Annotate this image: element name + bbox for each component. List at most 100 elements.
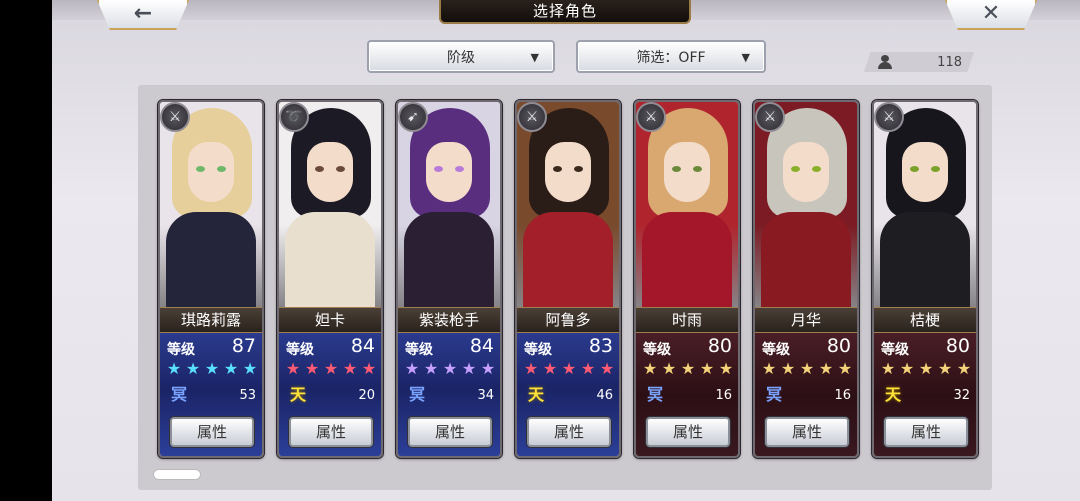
character-name: 紫装枪手 — [398, 307, 500, 333]
horizontal-scrollbar[interactable] — [153, 469, 201, 480]
alignment-value: 16 — [715, 388, 732, 403]
chevron-down-icon: ▼ — [530, 51, 539, 64]
character-info: 等级 80 ★ ★ ★ ★ ★ 天 32 属性 — [874, 333, 976, 456]
character-portrait[interactable] — [874, 102, 976, 312]
star-rating: ★ ★ ★ ★ ★ — [284, 361, 380, 377]
attributes-button[interactable]: 属性 — [527, 417, 611, 447]
portrait-eye — [574, 166, 583, 172]
portrait-eye — [434, 166, 443, 172]
star-icon: ★ — [185, 359, 201, 378]
sword-icon: ⚔ — [160, 102, 190, 132]
character-card[interactable]: ⚔ 桔梗 等级 80 ★ ★ ★ ★ ★ 天 32 属性 — [872, 100, 978, 458]
portrait-face — [902, 142, 948, 202]
star-rating: ★ ★ ★ ★ ★ — [165, 361, 261, 377]
portrait-eye — [931, 166, 940, 172]
character-name: 阿鲁多 — [517, 307, 619, 333]
person-icon — [878, 55, 892, 69]
character-info: 等级 80 ★ ★ ★ ★ ★ 冥 16 属性 — [755, 333, 857, 456]
portrait-outfit — [404, 212, 494, 312]
attributes-button[interactable]: 属性 — [289, 417, 373, 447]
star-icon: ★ — [956, 359, 972, 378]
character-info: 等级 87 ★ ★ ★ ★ ★ 冥 53 属性 — [160, 333, 262, 456]
weapon-type-glyph: ⚔ — [525, 109, 539, 125]
rank-sort-label: 阶级 — [447, 49, 475, 66]
roster-count: 118 — [864, 52, 974, 72]
portrait-outfit — [880, 212, 970, 312]
star-icon: ★ — [342, 359, 358, 378]
alignment-value: 16 — [834, 388, 851, 403]
star-rating: ★ ★ ★ ★ ★ — [879, 361, 975, 377]
alignment-badge: 冥 — [408, 385, 425, 404]
alignment-badge: 冥 — [646, 385, 663, 404]
roster-count-value: 118 — [937, 54, 962, 70]
alignment-badge: 冥 — [170, 385, 187, 404]
star-rating: ★ ★ ★ ★ ★ — [522, 361, 618, 377]
star-icon: ★ — [642, 359, 658, 378]
rank-sort-dropdown[interactable]: 阶级 ▼ — [367, 40, 555, 73]
character-card[interactable]: ⚔ 琪路莉露 等级 87 ★ ★ ★ ★ ★ 冥 53 属性 — [158, 100, 264, 458]
character-portrait[interactable] — [636, 102, 738, 312]
attributes-button[interactable]: 属性 — [408, 417, 492, 447]
close-icon: ✕ — [981, 1, 1001, 26]
back-arrow-icon: ← — [133, 1, 153, 26]
attributes-button[interactable]: 属性 — [884, 417, 968, 447]
level-value: 83 — [588, 335, 613, 357]
level-value: 80 — [707, 335, 732, 357]
star-icon: ★ — [718, 359, 734, 378]
alignment-value: 53 — [239, 388, 256, 403]
alignment-value: 20 — [358, 388, 375, 403]
star-icon: ★ — [937, 359, 953, 378]
portrait-outfit — [642, 212, 732, 312]
portrait-outfit — [285, 212, 375, 312]
character-card[interactable]: ➰ 妲卡 等级 84 ★ ★ ★ ★ ★ 天 20 属性 — [277, 100, 383, 458]
character-portrait[interactable] — [517, 102, 619, 312]
character-card[interactable]: ⚔ 时雨 等级 80 ★ ★ ★ ★ ★ 冥 16 属性 — [634, 100, 740, 458]
level-value: 80 — [826, 335, 851, 357]
filter-label: 筛选：OFF — [636, 49, 706, 66]
weapon-type-glyph: ⚔ — [882, 109, 896, 125]
attributes-button[interactable]: 属性 — [170, 417, 254, 447]
attributes-button[interactable]: 属性 — [765, 417, 849, 447]
character-card[interactable]: ⚔ 阿鲁多 等级 83 ★ ★ ★ ★ ★ 天 46 属性 — [515, 100, 621, 458]
star-icon: ★ — [680, 359, 696, 378]
star-icon: ★ — [580, 359, 596, 378]
character-info: 等级 80 ★ ★ ★ ★ ★ 冥 16 属性 — [636, 333, 738, 456]
star-icon: ★ — [442, 359, 458, 378]
character-portrait[interactable] — [755, 102, 857, 312]
level-label: 等级 — [643, 342, 671, 358]
star-icon: ★ — [223, 359, 239, 378]
star-icon: ★ — [323, 359, 339, 378]
character-portrait[interactable] — [279, 102, 381, 312]
star-icon: ★ — [523, 359, 539, 378]
character-card[interactable]: ⚔ 月华 等级 80 ★ ★ ★ ★ ★ 冥 16 属性 — [753, 100, 859, 458]
close-button[interactable]: ✕ — [945, 0, 1037, 30]
whip-icon: ➰ — [279, 102, 309, 132]
star-icon: ★ — [799, 359, 815, 378]
filter-dropdown[interactable]: 筛选：OFF ▼ — [576, 40, 766, 73]
star-icon: ★ — [285, 359, 301, 378]
level-label: 等级 — [881, 342, 909, 358]
level-value: 84 — [350, 335, 375, 357]
alignment-badge: 冥 — [765, 385, 782, 404]
character-name: 妲卡 — [279, 307, 381, 333]
portrait-eye — [812, 166, 821, 172]
weapon-type-glyph: ➹ — [407, 109, 419, 125]
star-icon: ★ — [242, 359, 258, 378]
page-title: 选择角色 — [439, 0, 691, 24]
star-icon: ★ — [542, 359, 558, 378]
character-portrait[interactable] — [398, 102, 500, 312]
back-button[interactable]: ← — [97, 0, 189, 30]
star-icon: ★ — [699, 359, 715, 378]
star-icon: ★ — [404, 359, 420, 378]
character-card[interactable]: ➹ 紫装枪手 等级 84 ★ ★ ★ ★ ★ 冥 34 属性 — [396, 100, 502, 458]
level-value: 80 — [945, 335, 970, 357]
star-rating: ★ ★ ★ ★ ★ — [641, 361, 737, 377]
star-rating: ★ ★ ★ ★ ★ — [760, 361, 856, 377]
blade-icon: ⚔ — [755, 102, 785, 132]
character-name: 琪路莉露 — [160, 307, 262, 333]
weapon-type-glyph: ➰ — [285, 109, 303, 125]
character-portrait[interactable] — [160, 102, 262, 312]
portrait-face — [783, 142, 829, 202]
character-name: 时雨 — [636, 307, 738, 333]
attributes-button[interactable]: 属性 — [646, 417, 730, 447]
